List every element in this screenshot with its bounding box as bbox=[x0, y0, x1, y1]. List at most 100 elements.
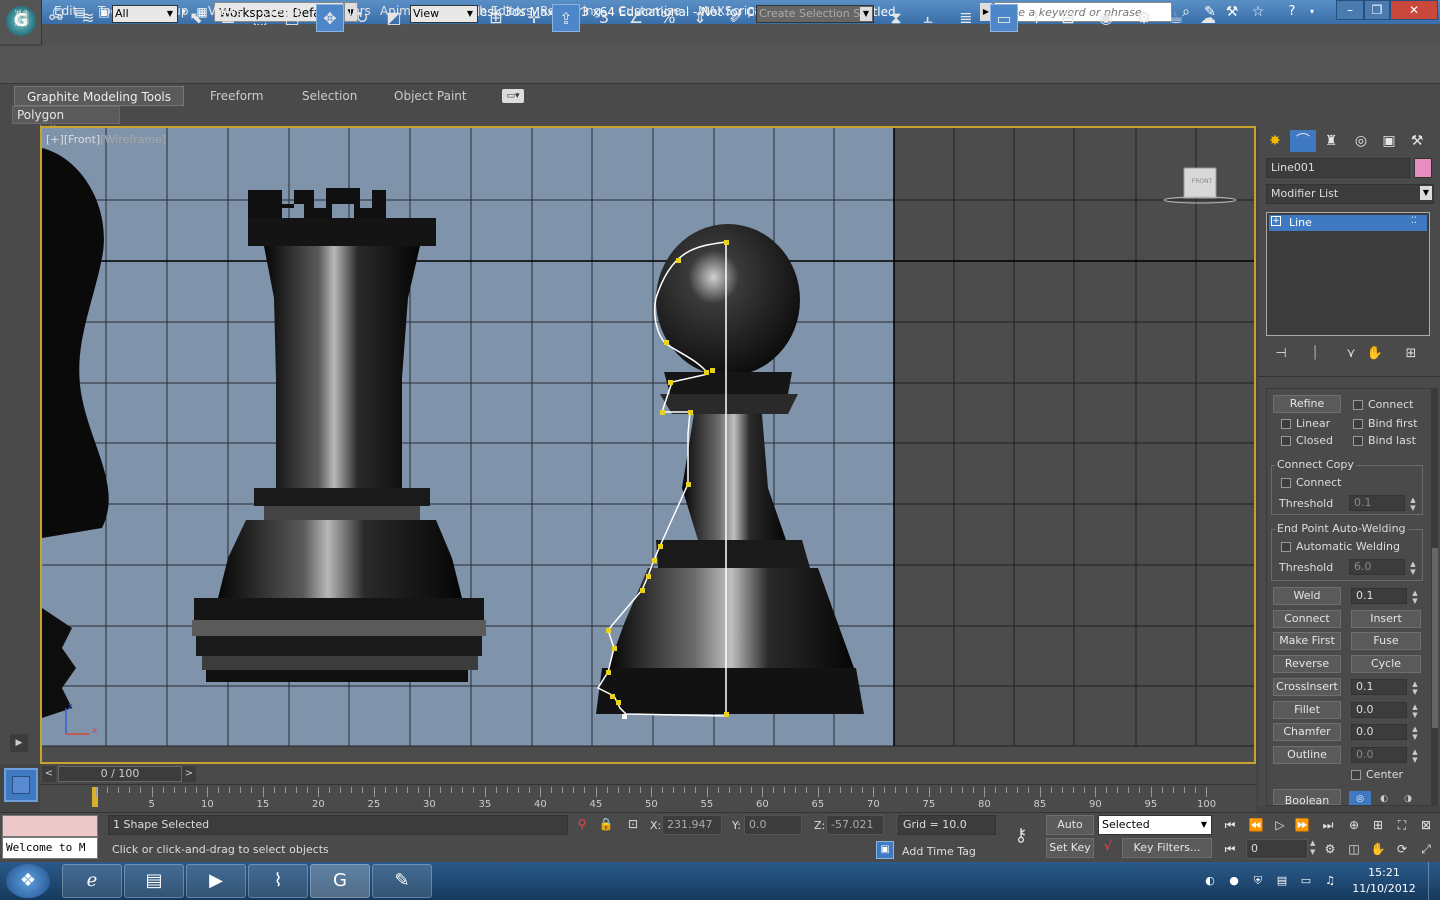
taskbar-clock[interactable]: 15:21 11/10/2012 bbox=[1346, 865, 1422, 897]
show-end-result-icon[interactable]: ⏐ bbox=[1304, 344, 1326, 364]
threshold2-spinner[interactable]: 6.0 ▲ ▼ bbox=[1349, 559, 1416, 576]
media-player-icon[interactable]: ▶ bbox=[186, 864, 246, 898]
spinner-arrows-icon[interactable]: ▲ ▼ bbox=[1410, 680, 1420, 696]
key-filters-button[interactable]: Key Filters... bbox=[1122, 838, 1212, 858]
absolute-mode-transform-icon[interactable]: ⊡ bbox=[624, 817, 642, 833]
x-coordinate-field[interactable]: 231.947 bbox=[662, 815, 722, 835]
restore-button[interactable]: ❐ bbox=[1364, 0, 1390, 20]
next-frame-icon[interactable]: > bbox=[182, 766, 196, 782]
checkbox[interactable] bbox=[1281, 419, 1291, 429]
go-to-end-icon[interactable]: ⏭ bbox=[1316, 815, 1340, 835]
fuse-button[interactable]: Fuse bbox=[1351, 632, 1421, 650]
render-production-icon[interactable]: ☁ bbox=[1194, 4, 1222, 32]
mini-curve-editor-toggle[interactable] bbox=[4, 768, 38, 802]
crossinsert-button[interactable]: CrossInsert bbox=[1273, 678, 1341, 696]
previous-frame-icon[interactable]: ⏪ bbox=[1244, 815, 1268, 835]
tray-security-icon[interactable]: ● bbox=[1226, 873, 1242, 889]
minimize-button[interactable]: – bbox=[1336, 0, 1364, 20]
time-configuration-icon[interactable]: ⚙ bbox=[1318, 839, 1342, 859]
spinner-arrows-icon[interactable]: ▲ ▼ bbox=[1408, 560, 1418, 576]
prev-frame-icon[interactable]: < bbox=[42, 766, 56, 782]
viewport-label[interactable]: [+][Front][Wireframe] bbox=[46, 133, 166, 146]
linear-checkbox[interactable]: Linear bbox=[1281, 416, 1330, 432]
ribbon-options-icon[interactable]: ▭▾ bbox=[502, 89, 524, 103]
boolean-intersect-icon[interactable]: ◑ bbox=[1397, 791, 1419, 805]
viewport-point-of-view[interactable]: [Front] bbox=[64, 133, 100, 146]
display-tab-icon[interactable]: ▣ bbox=[1376, 130, 1402, 152]
checkbox[interactable] bbox=[1353, 400, 1363, 410]
boolean-subtract-icon[interactable]: ◐ bbox=[1373, 791, 1395, 805]
insert-button[interactable]: Insert bbox=[1351, 610, 1421, 628]
checkbox[interactable] bbox=[1353, 419, 1363, 429]
select-and-scale-icon[interactable]: ◩ bbox=[380, 4, 408, 32]
stack-item-line[interactable]: Line bbox=[1269, 215, 1427, 231]
reference-coordinate-dropdown[interactable]: View ▼ bbox=[410, 5, 478, 23]
select-object-icon[interactable]: ⬉ bbox=[182, 4, 210, 32]
maximize-viewport-icon[interactable]: ⤢ bbox=[1414, 839, 1438, 859]
isolate-selection-icon[interactable]: ⚲ bbox=[574, 817, 590, 833]
zoom-all-icon[interactable]: ⊞ bbox=[1366, 815, 1390, 835]
weld-spinner[interactable]: 0.1 ▲ ▼ bbox=[1351, 588, 1418, 605]
named-selection-dropdown[interactable]: Create Selection Se ▼ bbox=[756, 5, 874, 23]
auto-key-button[interactable]: Auto Key bbox=[1046, 815, 1094, 849]
checkbox[interactable] bbox=[1281, 478, 1291, 488]
automatic-welding-checkbox[interactable]: Automatic Welding bbox=[1281, 539, 1400, 555]
ribbon-tab-freeform[interactable]: Freeform bbox=[198, 86, 275, 106]
current-frame-marker[interactable] bbox=[92, 787, 98, 807]
maxscript-listener-mini[interactable] bbox=[2, 815, 98, 837]
rectangular-selection-icon[interactable]: ⬚ bbox=[246, 4, 274, 32]
internet-explorer-icon[interactable]: ℯ bbox=[62, 864, 122, 898]
select-and-move-icon[interactable]: ✥ bbox=[316, 4, 344, 32]
reverse-button[interactable]: Reverse bbox=[1273, 655, 1341, 673]
communication-center-icon[interactable]: ⚒ bbox=[1222, 3, 1242, 21]
show-desktop-button[interactable] bbox=[1428, 862, 1440, 900]
checkbox[interactable] bbox=[1281, 436, 1291, 446]
weld-button[interactable]: Weld bbox=[1273, 587, 1341, 605]
z-coordinate-field[interactable]: -57.021 bbox=[826, 815, 884, 835]
key-mode-toggle-icon[interactable]: ⏮ bbox=[1218, 839, 1242, 859]
set-key-button[interactable]: Set Key bbox=[1046, 838, 1094, 858]
spinner-snap-icon[interactable]: ⇕ bbox=[686, 4, 714, 32]
ribbon-panel-polygon-modeling[interactable]: Polygon Modeling bbox=[12, 106, 120, 138]
angle-snap-icon[interactable]: ∠ bbox=[622, 4, 650, 32]
viewport-front[interactable]: [+][Front][Wireframe] FRONT z x bbox=[40, 126, 1256, 764]
adobe-reader-icon[interactable]: ⌇ bbox=[248, 864, 308, 898]
pivot-center-icon[interactable]: ⊞ bbox=[482, 4, 510, 32]
layer-manager-icon[interactable]: ≣ bbox=[952, 4, 980, 32]
command-panel-scrollbar[interactable] bbox=[1432, 388, 1438, 806]
remove-modifier-icon[interactable]: ✋ bbox=[1364, 344, 1386, 364]
chamfer-button[interactable]: Chamfer bbox=[1273, 723, 1341, 741]
3ds-max-taskbar-icon[interactable]: G bbox=[310, 864, 370, 898]
crossinsert-spinner[interactable]: 0.1 ▲ ▼ bbox=[1351, 679, 1418, 696]
curve-editor-icon[interactable]: ⌇ bbox=[1022, 4, 1050, 32]
pin-stack-icon[interactable]: ⊣ bbox=[1270, 344, 1292, 364]
viewport-shading-mode[interactable]: [Wireframe] bbox=[100, 133, 166, 146]
checkbox[interactable] bbox=[1281, 542, 1291, 552]
zoom-icon[interactable]: ⊕ bbox=[1342, 815, 1366, 835]
percent-snap-icon[interactable]: % bbox=[654, 4, 682, 32]
rendered-frame-window-icon[interactable]: ☕ bbox=[1162, 4, 1190, 32]
center-checkbox[interactable]: Center bbox=[1351, 767, 1403, 783]
checkbox[interactable] bbox=[1351, 770, 1361, 780]
default-tangent-icon[interactable]: √ bbox=[1098, 839, 1118, 857]
time-slider[interactable]: < 0 / 100 > bbox=[40, 764, 1256, 784]
unlink-selection-icon[interactable]: ⚯ bbox=[42, 4, 70, 32]
help-dropdown-icon[interactable]: ▾ bbox=[1302, 3, 1322, 21]
configure-modifier-sets-icon[interactable]: ⊞ bbox=[1400, 344, 1422, 364]
refine-connect-checkbox[interactable]: Connect bbox=[1353, 397, 1413, 413]
modifier-list-dropdown[interactable]: Modifier List ▼ bbox=[1266, 184, 1434, 204]
hierarchy-tab-icon[interactable]: ♜ bbox=[1318, 130, 1344, 152]
motion-tab-icon[interactable]: ◎ bbox=[1348, 130, 1374, 152]
closed-checkbox[interactable]: Closed bbox=[1281, 433, 1333, 449]
connect-button[interactable]: Connect bbox=[1273, 610, 1341, 628]
tray-shield-icon[interactable]: ⛨ bbox=[1250, 873, 1266, 889]
ribbon-tab-selection[interactable]: Selection bbox=[290, 86, 369, 106]
spinner-arrows-icon[interactable]: ▲ ▼ bbox=[1410, 748, 1420, 764]
material-editor-icon[interactable]: ◉ bbox=[1092, 4, 1120, 32]
refine-button[interactable]: Refine bbox=[1273, 395, 1341, 413]
make-first-button[interactable]: Make First bbox=[1273, 632, 1341, 650]
zoom-extents-all-icon[interactable]: ⊠ bbox=[1414, 815, 1438, 835]
cycle-button[interactable]: Cycle bbox=[1351, 655, 1421, 673]
fillet-button[interactable]: Fillet bbox=[1273, 701, 1341, 719]
selection-filter-dropdown[interactable]: All ▼ bbox=[112, 5, 178, 23]
